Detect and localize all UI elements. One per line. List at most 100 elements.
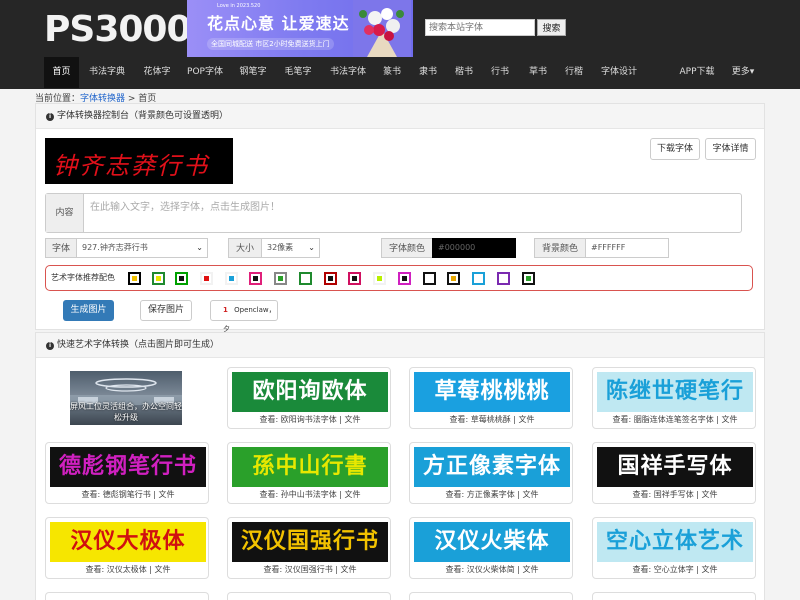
font-sample-tile[interactable]: 欧阳询欧体查看: 欧阳询书法字体 | 文件 xyxy=(227,367,391,429)
generate-image-button[interactable]: 生成图片 xyxy=(63,300,114,321)
bg-color-input[interactable]: #FFFFFF xyxy=(585,238,669,258)
color-swatch[interactable] xyxy=(249,272,262,285)
font-sample-image: 汉仪国强行书 xyxy=(232,522,388,562)
font-sample-tile[interactable]: 方正像素字体查看: 方正像素字体 | 文件 xyxy=(409,442,573,504)
color-swatch[interactable] xyxy=(299,272,312,285)
color-swatch[interactable] xyxy=(398,272,411,285)
font-sample-tile[interactable]: 汉仪火柴体查看: 汉仪火柴体简 | 文件 xyxy=(409,517,573,579)
font-sample-caption[interactable]: 查看: 方正像素字体 | 文件 xyxy=(410,489,574,500)
font-sample-text: 孫中山行書 xyxy=(252,454,368,479)
color-swatch[interactable] xyxy=(200,272,213,285)
nav-pop-font[interactable]: POP字体 xyxy=(182,57,228,88)
nav-font-design[interactable]: 字体设计 xyxy=(596,57,642,88)
font-sample-text: 汉仪火柴体 xyxy=(434,529,550,554)
nav-brush-script[interactable]: 毛笔字 xyxy=(279,57,317,88)
font-sample-caption[interactable]: 查看: 汉仪太极体 | 文件 xyxy=(46,564,210,575)
font-sample-image: 欧阳询欧体 xyxy=(232,372,388,412)
font-sample-text: 方正像素字体 xyxy=(422,454,561,479)
header-ad-banner[interactable]: Love in 2023.520 花点心意 让爱速达 全国同城配送 市区2小时免… xyxy=(187,0,413,57)
color-swatch[interactable] xyxy=(522,272,535,285)
font-sample-tile[interactable]: 汉仪国强行书查看: 汉仪国强行书 | 文件 xyxy=(227,517,391,579)
nav-regular-script[interactable]: 楷书 xyxy=(450,57,478,88)
font-sample-caption[interactable]: 查看: 欧阳询书法字体 | 文件 xyxy=(228,414,392,425)
console-panel-title: 字体转换器控制台（背景颜色可设置透明） xyxy=(57,111,229,121)
font-sample-caption[interactable]: 查看: 孙中山书法字体 | 文件 xyxy=(228,489,392,500)
art-colors-label: 艺术字体推荐配色 xyxy=(51,273,115,282)
gallery-ad-photo[interactable]: 屏风工位灵活组合，办公空间轻松升级 xyxy=(45,367,209,429)
color-swatch[interactable] xyxy=(152,272,165,285)
save-image-button[interactable]: 保存图片 xyxy=(140,300,192,321)
font-sample-image: 汉仪火柴体 xyxy=(414,522,570,562)
ad-title: 花点心意 让爱速达 xyxy=(207,14,350,33)
download-font-button[interactable]: 下载字体 xyxy=(650,138,700,160)
color-swatch[interactable] xyxy=(348,272,361,285)
font-sample-text: 欧阳询欧体 xyxy=(252,379,368,404)
share-text: Openclaw，夕 xyxy=(223,306,276,333)
nav-calligraphy-dictionary[interactable]: 书法字典 xyxy=(82,57,132,88)
font-sample-text: 草莓桃桃桃 xyxy=(434,379,550,404)
color-swatch[interactable] xyxy=(423,272,436,285)
font-select[interactable]: 927.钟齐志莽行书 ⌄ xyxy=(76,238,208,258)
font-sample-tile[interactable] xyxy=(592,592,756,600)
nav-calligraphy-font[interactable]: 书法字体 xyxy=(324,57,372,88)
content-textarea[interactable]: 在此输入文字，选择字体，点击生成图片！ xyxy=(90,198,280,213)
color-swatch[interactable] xyxy=(497,272,510,285)
font-sample-caption[interactable]: 查看: 汉仪国强行书 | 文件 xyxy=(228,564,392,575)
nav-home[interactable]: 首页 xyxy=(44,57,79,88)
nav-more-dropdown[interactable]: 更多▾ xyxy=(727,57,759,88)
font-sample-tile[interactable] xyxy=(45,592,209,600)
search-button[interactable]: 搜索 xyxy=(537,19,566,36)
converter-console-panel: i 字体转换器控制台（背景颜色可设置透明） 钟齐志莽行书 下载字体 字体详情 内容… xyxy=(35,103,765,333)
font-sample-tile[interactable]: 空心立体艺术 查看: 空心立体字 | 文件 xyxy=(592,517,756,579)
font-select-value: 927.钟齐志莽行书 xyxy=(82,243,148,252)
font-detail-button[interactable]: 字体详情 xyxy=(705,138,756,160)
font-color-input[interactable]: #000000 xyxy=(432,238,516,258)
font-sample-tile[interactable]: 德彪钢笔行书查看: 德彪钢笔行书 | 文件 xyxy=(45,442,209,504)
font-preview-image: 钟齐志莽行书 xyxy=(45,138,233,184)
share-widget[interactable]: 1 Openclaw，夕 xyxy=(210,300,278,333)
nav-clerical-script[interactable]: 隶书 xyxy=(414,57,442,88)
font-sample-text: 汉仪国强行书 xyxy=(240,529,379,554)
font-sample-tile[interactable]: 国祥手写体查看: 国祥手写体 | 文件 xyxy=(592,442,756,504)
font-sample-image: 国祥手写体 xyxy=(597,447,753,487)
font-sample-tile[interactable]: 草莓桃桃桃查看: 草莓桃桃酥 | 文件 xyxy=(409,367,573,429)
color-swatch[interactable] xyxy=(175,272,188,285)
font-sample-caption[interactable]: 查看: 空心立体字 | 文件 xyxy=(593,564,757,575)
color-swatch[interactable] xyxy=(128,272,141,285)
size-select[interactable]: 32像素 ⌄ xyxy=(261,238,320,258)
font-sample-tile[interactable] xyxy=(409,592,573,600)
nav-running-regular[interactable]: 行楷 xyxy=(560,57,588,88)
font-sample-tile[interactable] xyxy=(227,592,391,600)
nav-fancy-font[interactable]: 花体字 xyxy=(137,57,177,88)
nav-seal-script[interactable]: 篆书 xyxy=(378,57,406,88)
ad-subtitle: 全国同城配送 市区2小时免费送货上门 xyxy=(207,38,334,50)
font-sample-tile[interactable]: 汉仪大极体 查看: 汉仪太极体 | 文件 xyxy=(45,517,209,579)
font-sample-caption[interactable]: 查看: 德彪钢笔行书 | 文件 xyxy=(46,489,210,500)
quick-art-font-panel: i 快速艺术字体转换（点击图片即可生成） 屏风工位灵活组合，办公空间轻松升级 欧阳询… xyxy=(35,332,765,600)
nav-cursive-script[interactable]: 草书 xyxy=(524,57,552,88)
font-sample-image: 草莓桃桃桃 xyxy=(414,372,570,412)
color-swatch[interactable] xyxy=(373,272,386,285)
font-sample-tile[interactable]: 孫中山行書查看: 孙中山书法字体 | 文件 xyxy=(227,442,391,504)
nav-running-script[interactable]: 行书 xyxy=(486,57,514,88)
font-sample-caption[interactable]: 查看: 汉仪火柴体简 | 文件 xyxy=(410,564,574,575)
color-swatch[interactable] xyxy=(274,272,287,285)
font-sample-caption[interactable]: 查看: 胭脂连体连笔签名字体 | 文件 xyxy=(593,414,757,425)
search-input[interactable] xyxy=(425,19,535,36)
color-swatch[interactable] xyxy=(225,272,238,285)
bg-color-label: 背景颜色 xyxy=(534,238,586,258)
content-input-group: 内容 在此输入文字，选择字体，点击生成图片！ xyxy=(45,193,742,233)
console-panel-header: i 字体转换器控制台（背景颜色可设置透明） xyxy=(36,104,764,129)
font-sample-caption[interactable]: 查看: 国祥手写体 | 文件 xyxy=(593,489,757,500)
color-swatch[interactable] xyxy=(324,272,337,285)
color-swatch[interactable] xyxy=(472,272,485,285)
site-logo[interactable]: PS3000 xyxy=(44,10,192,50)
font-sample-text: 德彪钢笔行书 xyxy=(58,454,197,479)
nav-pen-script[interactable]: 钢笔字 xyxy=(234,57,272,88)
share-count: 1 xyxy=(223,306,228,314)
nav-app-download[interactable]: APP下载 xyxy=(674,57,720,88)
color-swatch[interactable] xyxy=(447,272,460,285)
gallery-panel-header: i 快速艺术字体转换（点击图片即可生成） xyxy=(36,333,764,358)
font-sample-caption[interactable]: 查看: 草莓桃桃酥 | 文件 xyxy=(410,414,574,425)
font-sample-tile[interactable]: 陈继世硬笔行 查看: 胭脂连体连笔签名字体 | 文件 xyxy=(592,367,756,429)
